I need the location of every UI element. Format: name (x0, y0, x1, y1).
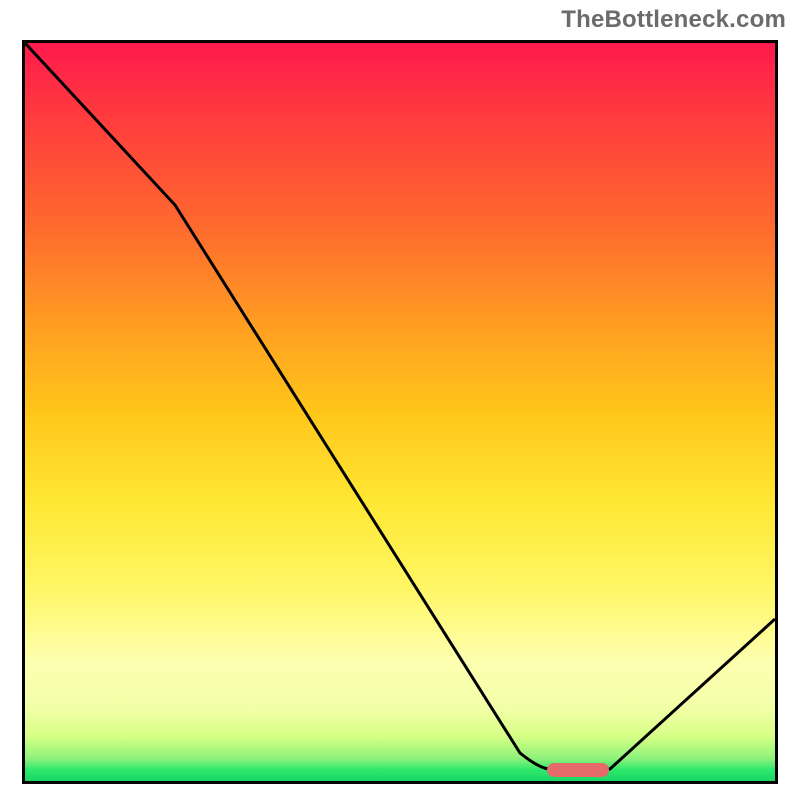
watermark-text: TheBottleneck.com (561, 6, 786, 34)
plot-svg (25, 43, 775, 781)
bottleneck-curve (25, 43, 775, 769)
plot-frame (22, 40, 778, 784)
optimal-point-marker (547, 763, 609, 777)
chart-root: TheBottleneck.com (0, 0, 800, 800)
